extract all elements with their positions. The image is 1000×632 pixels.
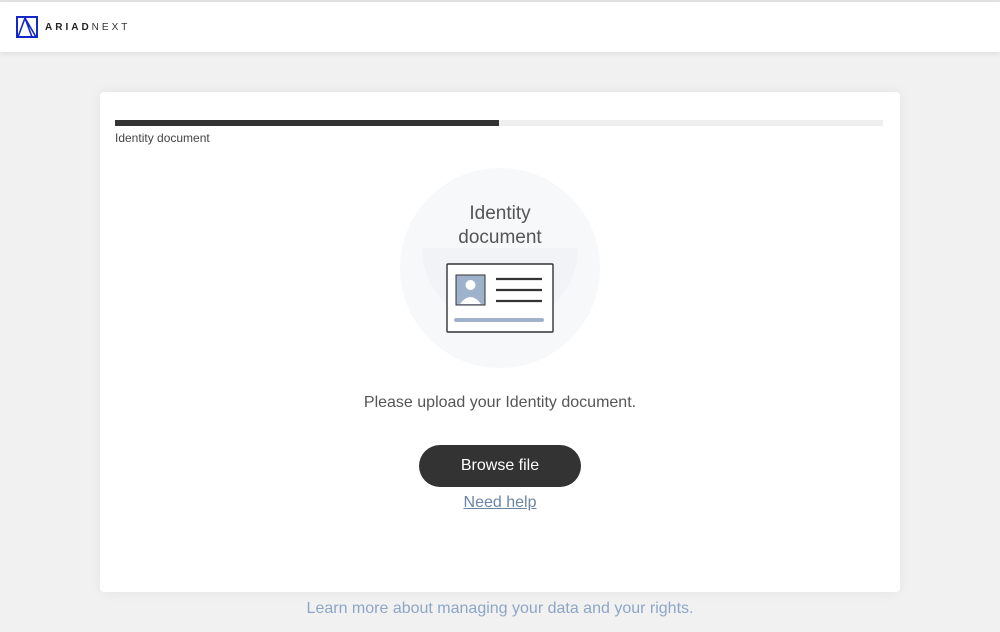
logo[interactable]: ARIADNEXT — [16, 16, 130, 38]
logo-text: ARIADNEXT — [45, 22, 130, 33]
progress-bar-fill — [115, 120, 499, 126]
document-title-line1: Identity — [469, 203, 531, 224]
upload-instruction: Please upload your Identity document. — [363, 394, 637, 411]
footer-privacy-area: Learn more about managing your data and … — [0, 600, 1000, 618]
logo-text-light: NEXT — [91, 21, 131, 33]
privacy-link[interactable]: Learn more about managing your data and … — [307, 600, 694, 617]
need-help-link-text[interactable]: Need help — [464, 494, 537, 511]
upload-card: Identity document Identity document Plea… — [100, 92, 900, 592]
step-label: Identity document — [115, 131, 210, 145]
id-card-icon — [446, 263, 554, 333]
document-title: Identity document — [400, 202, 600, 250]
logo-text-bold: ARIAD — [45, 21, 92, 33]
document-title-line2: document — [458, 227, 542, 248]
progress-bar — [115, 120, 883, 126]
browse-file-button[interactable]: Browse file — [419, 445, 581, 487]
need-help-link: Need help — [100, 494, 900, 512]
ariadnext-logo-icon — [16, 16, 38, 38]
header: ARIADNEXT — [0, 2, 1000, 52]
